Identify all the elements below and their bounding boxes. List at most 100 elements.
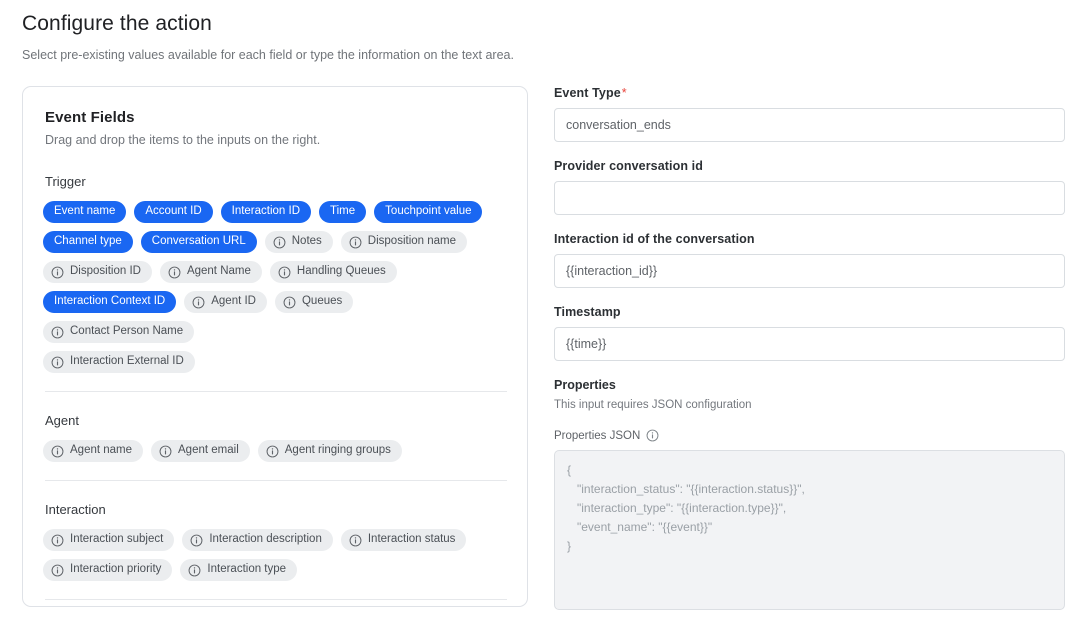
info-icon <box>273 236 286 249</box>
interaction-id-input[interactable] <box>554 254 1065 288</box>
field-chip[interactable]: Interaction status <box>341 529 467 551</box>
field-chip[interactable]: Conversation URL <box>141 231 257 253</box>
info-icon <box>168 266 181 279</box>
page-title: Configure the action <box>22 10 1067 38</box>
field-chip[interactable]: Queues <box>275 291 353 313</box>
field-chip-label: Interaction status <box>368 534 456 546</box>
field-chip[interactable]: Agent Name <box>160 261 262 283</box>
field-chip-label: Interaction description <box>209 534 322 546</box>
field-chip[interactable]: Interaction priority <box>43 559 172 581</box>
field-chip-label: Interaction subject <box>70 534 163 546</box>
field-chip[interactable]: Notes <box>265 231 333 253</box>
field-chip-label: Disposition name <box>368 236 456 248</box>
interaction-id-label: Interaction id of the conversation <box>554 232 1065 246</box>
field-chip-label: Account ID <box>145 206 201 218</box>
field-interaction-id: Interaction id of the conversation <box>554 232 1065 288</box>
field-chip[interactable]: Interaction ID <box>221 201 311 223</box>
info-icon <box>349 534 362 547</box>
field-chip-label: Queues <box>302 296 342 308</box>
field-chip[interactable]: Interaction Context ID <box>43 291 176 313</box>
field-chip[interactable]: Account ID <box>134 201 212 223</box>
field-chip-label: Interaction External ID <box>70 356 184 368</box>
properties-json-textarea[interactable]: { "interaction_status": "{{interaction.s… <box>554 450 1065 610</box>
field-chip[interactable]: Agent name <box>43 440 143 462</box>
chip-row: Interaction External ID <box>43 351 507 373</box>
field-chip-label: Interaction type <box>207 564 286 576</box>
field-chip-label: Disposition ID <box>70 266 141 278</box>
info-icon <box>159 445 172 458</box>
field-chip[interactable]: Agent email <box>151 440 250 462</box>
info-icon <box>266 445 279 458</box>
timestamp-input[interactable] <box>554 327 1065 361</box>
group-divider <box>45 599 507 600</box>
info-icon <box>51 326 64 339</box>
info-icon <box>192 296 205 309</box>
info-icon[interactable] <box>646 429 659 442</box>
chip-row: Agent name Agent email Agent ringing group… <box>43 440 507 462</box>
info-icon <box>51 445 64 458</box>
action-form-column: Event Type* Provider conversation id Int… <box>554 86 1065 632</box>
chip-row: Interaction subject Interaction descripti… <box>43 529 507 551</box>
field-chip[interactable]: Agent ringing groups <box>258 440 402 462</box>
timestamp-label: Timestamp <box>554 305 1065 319</box>
field-chip-label: Handling Queues <box>297 266 386 278</box>
info-icon <box>188 564 201 577</box>
field-chip[interactable]: Time <box>319 201 366 223</box>
field-chip[interactable]: Interaction External ID <box>43 351 195 373</box>
field-chip[interactable]: Interaction description <box>182 529 333 551</box>
field-event-type: Event Type* <box>554 86 1065 142</box>
field-chip[interactable]: Disposition ID <box>43 261 152 283</box>
properties-title: Properties <box>554 378 1065 392</box>
field-chip-label: Agent name <box>70 445 132 457</box>
info-icon <box>51 356 64 369</box>
field-chip[interactable]: Handling Queues <box>270 261 397 283</box>
main-columns: Event Fields Drag and drop the items to … <box>0 64 1067 632</box>
page-subtitle: Select pre-existing values available for… <box>22 46 1067 64</box>
field-chip-label: Interaction Context ID <box>54 296 165 308</box>
info-icon <box>51 534 64 547</box>
event-type-label-text: Event Type <box>554 86 621 100</box>
field-chip-label: Agent ID <box>211 296 256 308</box>
event-fields-column: Event Fields Drag and drop the items to … <box>22 86 528 607</box>
field-chip-label: Agent email <box>178 445 239 457</box>
provider-conversation-id-input[interactable] <box>554 181 1065 215</box>
field-chip[interactable]: Contact Person Name <box>43 321 194 343</box>
field-provider-conversation-id: Provider conversation id <box>554 159 1065 215</box>
properties-json-label-text: Properties JSON <box>554 430 640 442</box>
event-type-input[interactable] <box>554 108 1065 142</box>
event-fields-title: Event Fields <box>45 109 507 126</box>
field-chip-label: Contact Person Name <box>70 326 183 338</box>
field-groups: Trigger Event name Account ID Interaction I… <box>43 173 507 600</box>
provider-conversation-id-label: Provider conversation id <box>554 159 1065 173</box>
field-chip-label: Time <box>330 206 355 218</box>
info-icon <box>349 236 362 249</box>
group-divider <box>45 480 507 481</box>
properties-section: Properties This input requires JSON conf… <box>554 378 1065 615</box>
field-chip-label: Agent Name <box>187 266 251 278</box>
field-chip-label: Touchpoint value <box>385 206 471 218</box>
field-chip-label: Interaction priority <box>70 564 161 576</box>
field-chip[interactable]: Channel type <box>43 231 133 253</box>
field-chip[interactable]: Agent ID <box>184 291 267 313</box>
chip-row: Interaction Context ID Agent ID Queues Cont… <box>43 291 507 343</box>
group-divider <box>45 391 507 392</box>
field-chip[interactable]: Interaction subject <box>43 529 174 551</box>
field-chip-label: Notes <box>292 236 322 248</box>
field-chip-label: Event name <box>54 206 115 218</box>
event-type-label: Event Type* <box>554 86 1065 100</box>
info-icon <box>51 564 64 577</box>
required-asterisk: * <box>622 86 627 100</box>
chip-row: Disposition ID Agent Name Handling Queues <box>43 261 507 283</box>
field-chip-label: Agent ringing groups <box>285 445 391 457</box>
chip-row: Channel type Conversation URL Notes Disposi… <box>43 231 507 253</box>
field-chip[interactable]: Disposition name <box>341 231 467 253</box>
field-chip[interactable]: Interaction type <box>180 559 297 581</box>
chip-group: Agent name Agent email Agent ringing group… <box>43 440 507 462</box>
field-chip[interactable]: Event name <box>43 201 126 223</box>
page-header: Configure the action Select pre-existing… <box>0 0 1067 64</box>
group-label-trigger: Trigger <box>45 173 507 191</box>
chip-row: Interaction priority Interaction type <box>43 559 507 581</box>
group-label-interaction: Interaction <box>45 501 507 519</box>
event-fields-card: Event Fields Drag and drop the items to … <box>22 86 528 607</box>
field-chip[interactable]: Touchpoint value <box>374 201 482 223</box>
